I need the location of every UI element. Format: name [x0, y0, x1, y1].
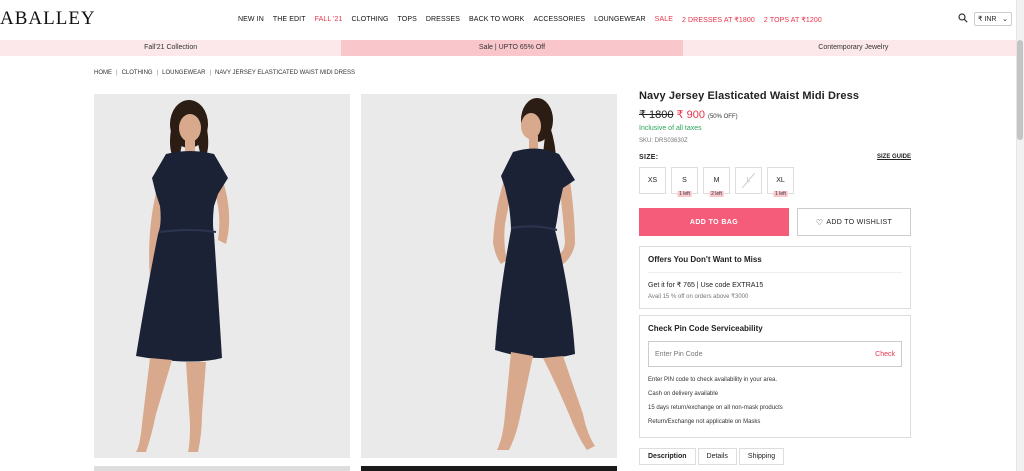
offer-subtext: Avail 15 % off on orders above ₹3000 — [648, 294, 749, 300]
currency-select[interactable]: ₹ INR ⌄ — [974, 12, 1012, 26]
nav-item-fall-21[interactable]: FALL '21 — [315, 16, 343, 24]
product-image-next-2[interactable] — [361, 466, 617, 471]
pincode-note: Return/Exchange not applicable on Masks — [648, 419, 761, 425]
size-option-m[interactable]: M 2 left — [703, 167, 730, 197]
tab-description[interactable]: Description — [639, 448, 696, 465]
offer-line: Get it for ₹ 765 | Use code EXTRA15 — [648, 272, 902, 289]
pincode-box: Check Pin Code Serviceability Enter Pin … — [639, 315, 911, 438]
product-image-front[interactable] — [94, 94, 350, 458]
pincode-note: Enter PIN code to check availability in … — [648, 377, 778, 383]
action-buttons: ADD TO BAG ♡ ADD TO WISHLIST — [639, 208, 911, 236]
heart-icon: ♡ — [815, 217, 824, 227]
nav-item-2-tops-at-1200[interactable]: 2 TOPS AT ₹1200 — [764, 16, 822, 24]
original-price: ₹ 1800 — [639, 109, 674, 121]
chevron-down-icon: ⌄ — [1002, 16, 1008, 23]
pincode-note: Cash on delivery available — [648, 391, 719, 397]
product-image-next-1[interactable] — [94, 466, 350, 471]
size-option-l: L — [735, 167, 762, 194]
price-row: ₹ 1800 ₹ 900 (50% OFF) — [639, 108, 911, 121]
currency-value: ₹ INR — [978, 16, 997, 23]
nav-item-dresses[interactable]: DRESSES — [426, 16, 460, 24]
size-label: SIZE: — [639, 154, 659, 161]
discount-label: (50% OFF) — [707, 114, 738, 120]
breadcrumb-separator: | — [209, 70, 212, 76]
offers-title: Offers You Don't Want to Miss — [648, 255, 762, 264]
size-option-label: M — [713, 177, 720, 184]
breadcrumb-current: NAVY JERSEY ELASTICATED WAIST MIDI DRESS — [215, 70, 355, 76]
nav-item-accessories[interactable]: ACCESSORIES — [533, 16, 585, 24]
wishlist-label: ADD TO WISHLIST — [826, 218, 893, 226]
size-option-label: XS — [647, 177, 658, 184]
promo-item-jewelry[interactable]: Contemporary Jewelry — [682, 40, 1024, 56]
size-row: SIZE: SIZE GUIDE — [639, 154, 911, 161]
add-to-wishlist-button[interactable]: ♡ ADD TO WISHLIST — [797, 208, 911, 236]
size-options: XS S 1 left M 2 left L XL 1 left — [639, 167, 911, 197]
promo-item-sale[interactable]: Sale | UPTO 65% Off — [341, 40, 683, 56]
nav-item-2-dresses-at-1800[interactable]: 2 DRESSES AT ₹1800 — [682, 16, 755, 24]
stock-left-badge: 1 left — [677, 191, 692, 197]
size-option-label: L — [746, 177, 751, 184]
breadcrumb-clothing[interactable]: CLOTHING — [122, 70, 153, 76]
stock-left-badge: 1 left — [773, 191, 788, 197]
pincode-input-wrapper: Enter Pin Code Check — [648, 341, 902, 367]
nav-item-tops[interactable]: TOPS — [398, 16, 417, 24]
pincode-input[interactable]: Enter Pin Code — [655, 351, 702, 358]
breadcrumb: HOME | CLOTHING | LOUNGEWEAR | NAVY JERS… — [94, 70, 355, 76]
promo-item-collection[interactable]: Fall'21 Collection — [0, 40, 342, 56]
tab-shipping[interactable]: Shipping — [738, 448, 785, 465]
size-option-label: S — [682, 177, 687, 184]
scrollbar-thumb[interactable] — [1017, 40, 1023, 140]
size-option-label: XL — [776, 177, 785, 184]
product-tabs: Description Details Shipping — [639, 448, 911, 465]
site-logo[interactable]: ABALLEY — [0, 8, 96, 30]
breadcrumb-home[interactable]: HOME — [94, 70, 112, 76]
nav-item-the-edit[interactable]: THE EDIT — [273, 16, 306, 24]
nav-item-loungewear[interactable]: LOUNGEWEAR — [594, 16, 646, 24]
size-option-xl[interactable]: XL 1 left — [767, 167, 794, 197]
breadcrumb-loungewear[interactable]: LOUNGEWEAR — [162, 70, 205, 76]
pincode-title: Check Pin Code Serviceability — [648, 324, 763, 333]
size-option-s[interactable]: S 1 left — [671, 167, 698, 197]
nav-item-clothing[interactable]: CLOTHING — [352, 16, 389, 24]
breadcrumb-separator: | — [156, 70, 159, 76]
site-header: ABALLEY NEW IN THE EDIT FALL '21 CLOTHING TO… — [0, 0, 1024, 40]
pincode-note: 15 days return/exchange on all non-mask … — [648, 405, 783, 411]
size-option-xs[interactable]: XS — [639, 167, 666, 194]
nav-item-new-in[interactable]: NEW IN — [238, 16, 264, 24]
stock-left-badge: 2 left — [709, 191, 724, 197]
sale-price: ₹ 900 — [676, 109, 705, 121]
nav-item-sale[interactable]: SALE — [655, 16, 673, 24]
add-to-bag-button[interactable]: ADD TO BAG — [639, 208, 789, 236]
promo-bar: Fall'21 Collection Sale | UPTO 65% Off C… — [0, 40, 1024, 56]
tax-note: Inclusive of all taxes — [639, 125, 702, 132]
product-sku: SKU: DRS03630Z — [639, 138, 688, 144]
search-icon[interactable] — [958, 13, 968, 23]
size-guide-link[interactable]: SIZE GUIDE — [877, 154, 911, 161]
tab-details[interactable]: Details — [697, 448, 737, 465]
product-info: Navy Jersey Elasticated Waist Midi Dress… — [639, 90, 911, 465]
offers-box: Offers You Don't Want to Miss Get it for… — [639, 246, 911, 309]
pincode-notes: Enter PIN code to check availability in … — [648, 373, 902, 429]
main-nav: NEW IN THE EDIT FALL '21 CLOTHING TOPS DRESSE… — [238, 16, 822, 24]
product-title: Navy Jersey Elasticated Waist Midi Dress — [639, 90, 860, 102]
nav-item-back-to-work[interactable]: BACK TO WORK — [469, 16, 524, 24]
product-image-side[interactable] — [361, 94, 617, 458]
pincode-check-button[interactable]: Check — [875, 351, 895, 358]
breadcrumb-separator: | — [116, 70, 118, 76]
